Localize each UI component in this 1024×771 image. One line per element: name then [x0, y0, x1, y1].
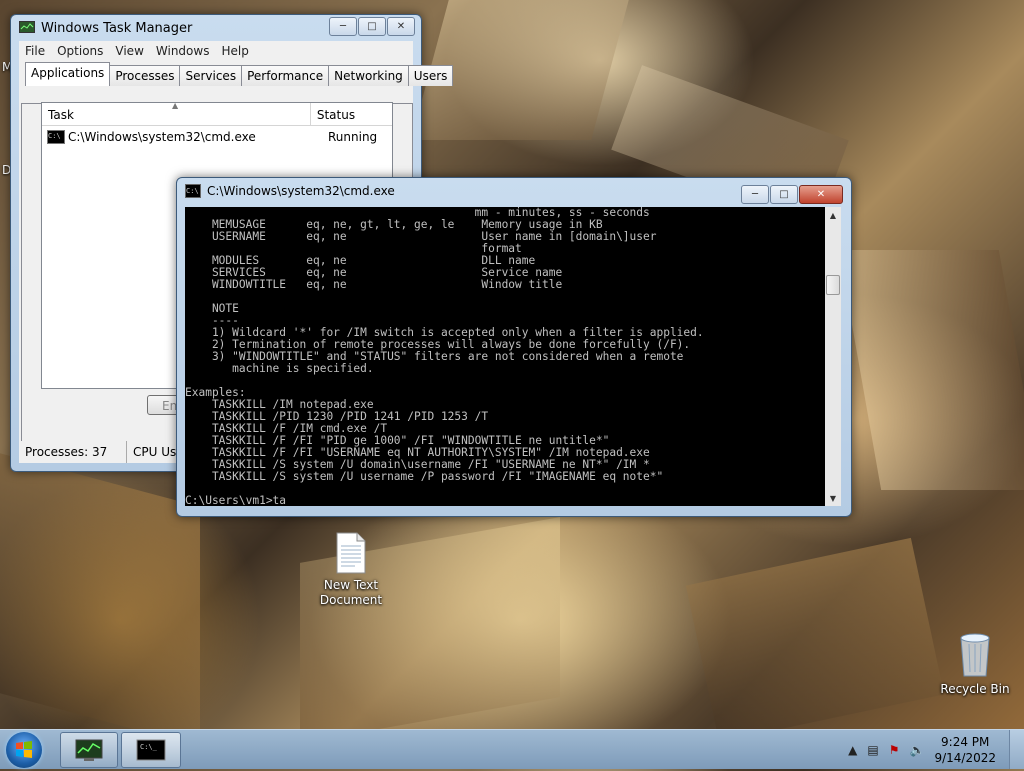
column-header-task[interactable]: Task ▲ [42, 101, 311, 125]
tab-performance[interactable]: Performance [241, 65, 330, 86]
task-manager-title: Windows Task Manager [41, 20, 193, 36]
task-manager-icon [19, 21, 35, 35]
system-tray: ▲ ▤ ⚑ 🔈 9:24 PM 9/14/2022 [848, 730, 1024, 769]
tab-services[interactable]: Services [179, 65, 243, 86]
task-name: C:\Windows\system32\cmd.exe [68, 130, 256, 144]
maximize-icon: □ [779, 189, 789, 200]
console-line: NOTE [185, 302, 239, 315]
clock[interactable]: 9:24 PM 9/14/2022 [934, 734, 996, 766]
svg-text:C:\_: C:\_ [140, 743, 158, 751]
tab-processes[interactable]: Processes [109, 65, 181, 86]
vertical-scrollbar[interactable]: ▲ ▼ [825, 207, 841, 506]
taskbar: C:\_ ▲ ▤ ⚑ 🔈 9:24 PM 9/14/2022 [0, 729, 1024, 769]
close-button[interactable]: ✕ [387, 17, 415, 36]
minimize-icon: ─ [751, 189, 759, 200]
scrollbar-thumb[interactable] [826, 275, 840, 295]
clock-time: 9:24 PM [941, 734, 990, 749]
console-output[interactable]: mm - minutes, ss - seconds MEMUSAGE eq, … [185, 207, 825, 506]
tab-applications[interactable]: Applications [25, 62, 111, 86]
desktop-icon-label: Recycle Bin [940, 682, 1010, 696]
maximize-icon: □ [367, 21, 377, 32]
clock-date: 9/14/2022 [934, 750, 996, 765]
recycle-bin-icon [955, 630, 995, 678]
close-icon: ✕ [396, 21, 406, 32]
console-line: WINDOWTITLE eq, ne Window title [185, 278, 563, 291]
maximize-button[interactable]: □ [358, 17, 386, 36]
column-header-status[interactable]: Status [311, 103, 392, 125]
console-app-icon: C:\ [47, 130, 65, 144]
command-prompt-icon: C:\_ [136, 739, 166, 761]
maximize-button[interactable]: □ [770, 185, 798, 204]
start-button[interactable] [6, 732, 42, 768]
close-button[interactable]: ✕ [799, 185, 843, 204]
console-text: mm - minutes, ss - seconds MEMUSAGE eq, … [185, 207, 825, 506]
console-line: machine is specified. [185, 362, 374, 375]
console-app-icon: C:\ [185, 184, 201, 198]
sort-arrow-icon: ▲ [172, 101, 179, 110]
show-desktop-button[interactable] [1009, 730, 1024, 769]
console-line: TASKKILL /S system /U username /P passwo… [185, 470, 664, 483]
minimize-icon: ─ [339, 21, 347, 32]
tab-networking[interactable]: Networking [328, 65, 409, 86]
status-processes: Processes: 37 [19, 441, 127, 463]
desktop-icon-recycle-bin[interactable]: Recycle Bin [935, 630, 1015, 696]
show-hidden-icons-icon[interactable]: ▲ [848, 743, 857, 757]
network-icon[interactable]: ▤ [867, 743, 878, 757]
menu-file[interactable]: File [19, 44, 51, 58]
minimize-button[interactable]: ─ [741, 185, 769, 204]
tab-users[interactable]: Users [407, 65, 454, 86]
action-center-icon[interactable]: ⚑ [889, 743, 900, 757]
scroll-down-icon[interactable]: ▼ [825, 490, 841, 506]
list-header: Task ▲ Status [42, 101, 392, 126]
menu-help[interactable]: Help [215, 44, 254, 58]
taskbar-task-manager-button[interactable] [60, 732, 118, 768]
cmd-title: C:\Windows\system32\cmd.exe [207, 184, 395, 198]
tab-strip: Applications Processes Services Performa… [25, 62, 454, 86]
table-row[interactable]: C:\ C:\Windows\system32\cmd.exe Running [42, 128, 392, 146]
cmd-window: C:\ C:\Windows\system32\cmd.exe ─ □ ✕ mm… [176, 177, 852, 517]
menu-view[interactable]: View [109, 44, 149, 58]
volume-icon[interactable]: 🔈 [910, 743, 925, 757]
menu-windows[interactable]: Windows [150, 44, 216, 58]
menu-options[interactable]: Options [51, 44, 109, 58]
console-line: C:\Users\vm1>ta [185, 494, 287, 507]
task-manager-icon [75, 739, 103, 761]
task-status: Running [328, 130, 378, 144]
task-manager-menubar: File Options View Windows Help [19, 41, 413, 61]
desktop-icon-label: New Text Document [319, 578, 383, 607]
taskbar-cmd-button[interactable]: C:\_ [121, 732, 181, 768]
text-document-icon [335, 532, 367, 574]
windows-logo-icon [16, 741, 32, 758]
minimize-button[interactable]: ─ [329, 17, 357, 36]
desktop-icon-new-text-document[interactable]: New Text Document [311, 532, 391, 608]
scroll-up-icon[interactable]: ▲ [825, 207, 841, 223]
close-icon: ✕ [816, 189, 826, 200]
